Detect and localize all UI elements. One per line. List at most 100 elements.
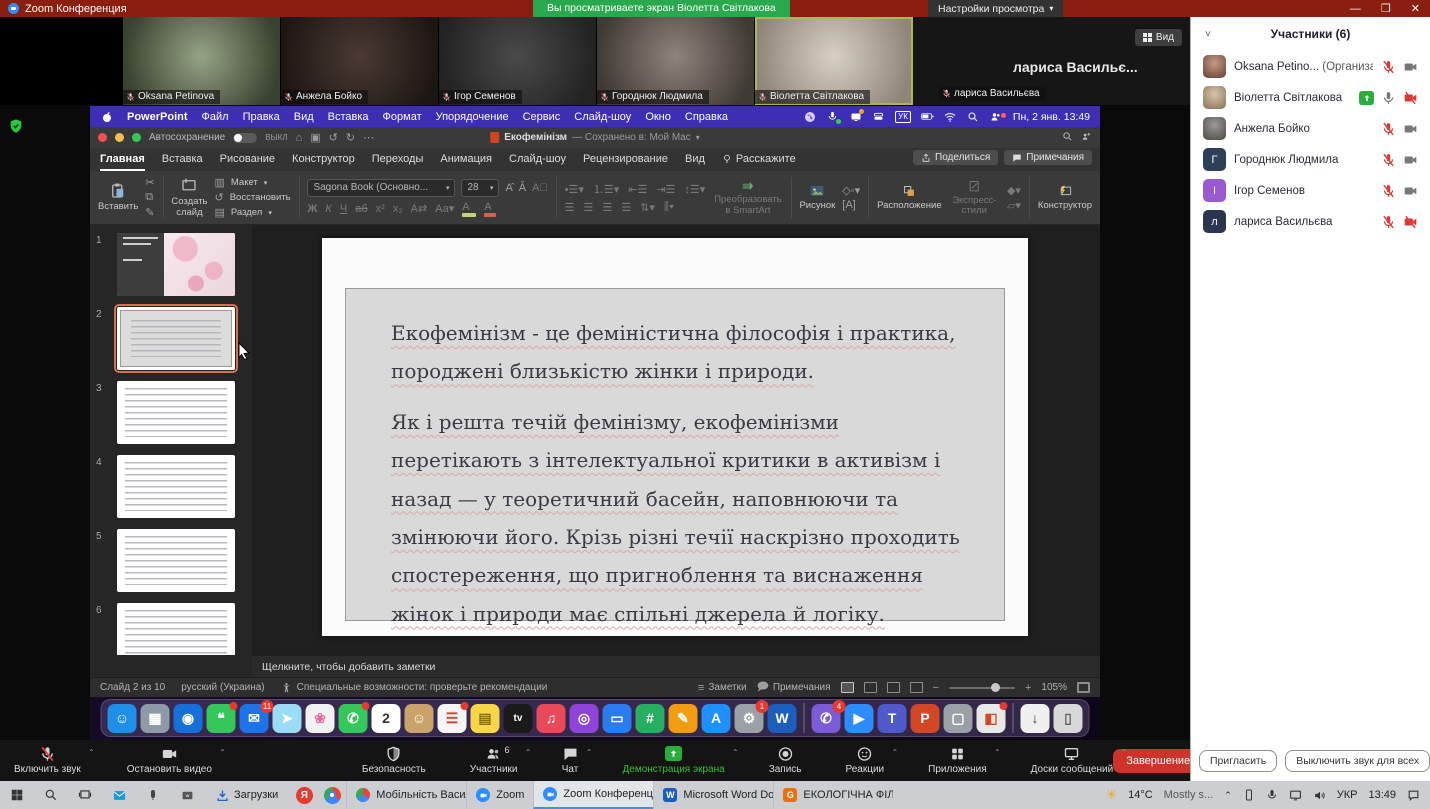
camera-icon[interactable] [1403,153,1418,167]
language-indicator[interactable]: УКР [1337,789,1358,801]
shape-fill-icon[interactable]: ◆▾ [1007,184,1021,197]
video-tile-active-speaker[interactable]: лариса Васильє... лариса Васильєва Вид [913,17,1190,105]
picture-button[interactable]: Рисунок [799,184,835,211]
pinned-app-icon[interactable] [136,781,170,809]
muted-mic-icon[interactable] [1381,215,1396,229]
toolbar-chat-button[interactable]: ⌃Чат [562,746,579,775]
slide-thumbnail-2[interactable] [117,307,235,370]
chevron-down-icon[interactable]: ▾ [696,133,700,142]
search-icon[interactable] [1062,131,1073,145]
arrange-button[interactable]: Расположение [877,184,942,211]
dock-word-icon[interactable]: W [768,704,797,733]
dock-viber-icon[interactable]: ✆4 [812,704,841,733]
shrink-font-icon[interactable]: А̌ [519,182,526,194]
view-settings-button[interactable]: Настройки просмотра ▾ [928,0,1063,17]
weather-text[interactable]: Mostly s... [1164,789,1214,801]
share-button[interactable]: Поделиться [913,150,998,165]
comments-button[interactable]: Примечания [1004,150,1092,165]
dock-teams-icon[interactable]: T [878,704,907,733]
caret-up-icon[interactable]: ⌃ [891,748,898,757]
task-view-icon[interactable] [68,781,102,809]
reset-button[interactable]: ↺Восстановить [215,191,291,204]
numbering-icon[interactable]: ⒈☰▾ [593,181,619,197]
taskbar-window-екологічна-філо-[interactable]: GЕКОЛОГІЧНА ФІЛО... [773,781,893,809]
slide-number-indicator[interactable]: Слайд 2 из 10 [100,682,165,693]
slide-thumbnail-3[interactable] [117,381,235,444]
zoom-out-button[interactable]: − [933,682,939,694]
comments-toggle[interactable]: 🗩Примечания [757,678,831,697]
copy-icon[interactable]: ⧉ [145,191,154,204]
dock-mail-icon[interactable]: ✉11 [240,704,269,733]
dock-photos-icon[interactable]: ❀ [306,704,335,733]
mail-app-icon[interactable] [102,781,136,809]
dock-podcasts-icon[interactable]: ◎ [570,704,599,733]
layout-button[interactable]: ▥Макет▾ [215,176,291,189]
minimize-traffic-light[interactable] [115,133,124,142]
video-tile[interactable]: Віолетта Світлакова [755,17,913,105]
dock-downloads-icon[interactable]: ↓ [1021,704,1050,733]
menubar-menu-Сервис[interactable]: Сервис [523,111,561,123]
camera-icon[interactable] [1403,184,1418,198]
pinned-app2-icon[interactable]: w [170,781,204,809]
toolbar-shield-button[interactable]: Безопасность [362,746,426,775]
dock-keynote-icon[interactable]: ▭ [603,704,632,733]
menubar-menu-Правка[interactable]: Правка [243,111,280,123]
taskbar-search-icon[interactable] [34,781,68,809]
tab-Конструктор[interactable]: Конструктор [292,153,355,171]
text-box-icon[interactable]: [А] [842,199,860,211]
strikethrough-icon[interactable]: аб [355,203,367,215]
accessibility-checker[interactable]: Специальные возможности: проверьте реком… [281,682,548,693]
menubar-menu-Справка[interactable]: Справка [685,111,728,123]
align-center-icon[interactable]: ☰ [584,201,594,214]
dock-office-icon[interactable]: ◧ [977,704,1006,733]
slide-thumbnail-5[interactable] [117,529,235,592]
toolbar-micoff-button[interactable]: ⌃Включить звук [14,746,81,775]
weather-icon[interactable]: ☀ [1105,787,1117,803]
spotlight-search-icon[interactable] [967,110,980,123]
maximize-button[interactable]: ❐ [1381,2,1391,15]
zoom-level[interactable]: 105% [1041,682,1067,693]
dock-screen-sharing-icon[interactable]: ▢ [944,704,973,733]
font-color-button[interactable]: А [484,201,496,217]
slide-thumbnail-4[interactable] [117,455,235,518]
autosave-toggle[interactable] [233,133,257,143]
dock-music-icon[interactable]: ♫ [537,704,566,733]
columns-icon[interactable]: ⫼▾ [664,201,674,214]
participant-row[interactable]: ІІгор Семенов [1191,175,1430,206]
bold-icon[interactable]: Ж [307,203,317,215]
minimize-button[interactable]: — [1350,3,1361,15]
menubar-menu-Слайд-шоу[interactable]: Слайд-шоу [574,111,631,123]
language-indicator[interactable]: русский (Украина) [181,682,264,693]
menubar-clock[interactable]: Пн, 2 янв. 13:49 [1013,111,1090,123]
camera-icon[interactable] [1403,122,1418,136]
toolbar-smile-button[interactable]: ⌃Реакции [846,746,885,775]
dock-apple-tv-icon[interactable]: tv [504,704,533,733]
caret-up-icon[interactable]: ⌃ [525,748,532,757]
display-status-icon[interactable] [849,110,862,123]
normal-view-icon[interactable] [841,682,854,693]
clear-formatting-icon[interactable]: А⃠ [532,182,548,194]
slide-thumbnail-1[interactable] [117,233,235,296]
camera-off-icon[interactable] [1403,215,1418,229]
notes-placeholder[interactable]: Щелкните, чтобы добавить заметки [252,655,1100,677]
notification-center-icon[interactable] [1407,789,1420,802]
camera-off-icon[interactable] [1403,91,1418,105]
muted-mic-icon[interactable] [1381,122,1396,136]
slide-sorter-view-icon[interactable] [864,682,877,693]
participant-row[interactable]: ГГороднюк Людмила [1191,144,1430,175]
bullets-icon[interactable]: •☰▾ [565,183,584,196]
mic-tray-icon[interactable] [1266,789,1278,801]
participant-row[interactable]: Oksana Petino... (Организатор, я) [1191,51,1430,82]
taskbar-window-zoom[interactable]: Zoom [466,781,533,809]
shape-outline-icon[interactable]: ▱▾ [1007,199,1021,212]
zoom-traffic-light[interactable] [132,133,141,142]
collapse-panel-icon[interactable]: ˅ [1205,29,1211,40]
users-status-icon[interactable] [990,110,1003,123]
dock-settings-icon[interactable]: ⚙1 [735,704,764,733]
dock-reminders-icon[interactable]: ☰ [438,704,467,733]
caret-up-icon[interactable]: ⌃ [219,748,226,757]
designer-button[interactable]: Конструктор [1038,184,1092,211]
subscript-icon[interactable]: x₂ [393,203,403,215]
highlight-color-button[interactable]: А [462,201,476,217]
view-layout-button[interactable]: Вид [1135,29,1182,46]
